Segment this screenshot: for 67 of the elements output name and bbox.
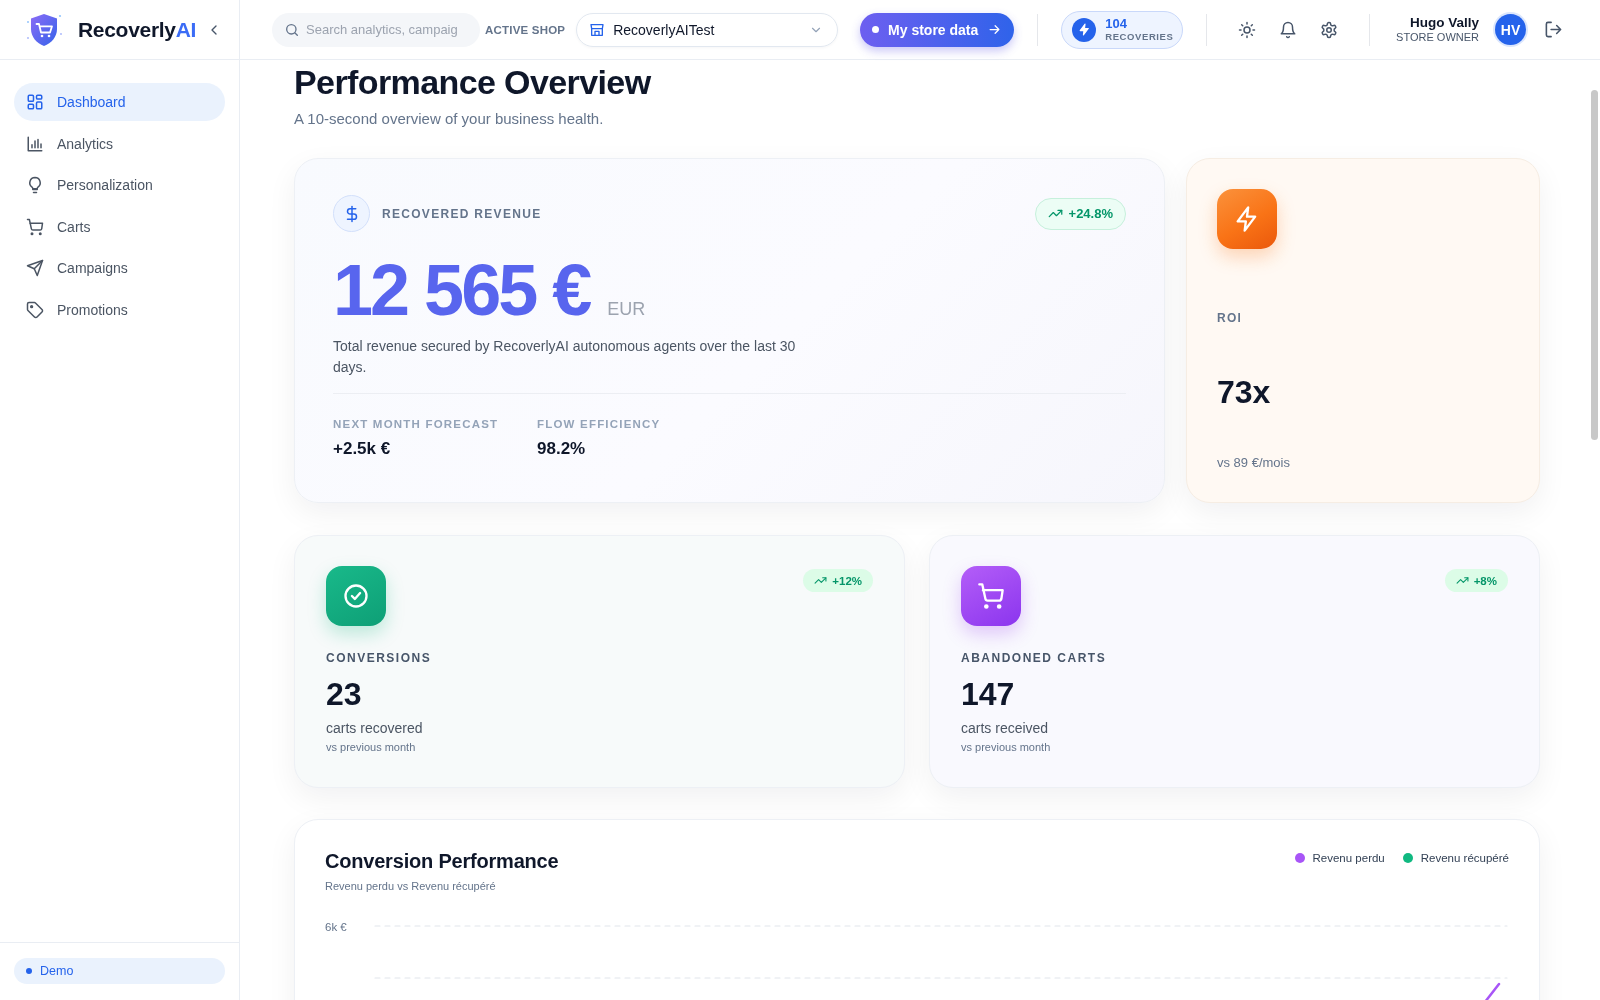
trend-up-icon bbox=[1455, 574, 1469, 587]
trend-up-icon bbox=[814, 574, 828, 587]
stat-label: FLOW EFFICIENCY bbox=[537, 418, 662, 430]
stat-value: +2.5k € bbox=[333, 439, 392, 459]
card-label: CONVERSIONS bbox=[326, 651, 433, 665]
metric-value: 23 bbox=[326, 675, 363, 713]
dot-icon bbox=[872, 26, 880, 33]
user-role: STORE OWNER bbox=[1396, 31, 1479, 45]
mode-label: Demo bbox=[40, 964, 74, 978]
nav-item[interactable]: Personalization bbox=[14, 166, 225, 205]
roi-value: 73x bbox=[1217, 373, 1272, 411]
nav-item[interactable]: Campaigns bbox=[14, 249, 225, 288]
logo-text: RecoverlyAI bbox=[78, 17, 197, 42]
page-subtitle: A 10-second overview of your business health. bbox=[294, 110, 604, 128]
metric-note: vs previous month bbox=[961, 741, 1052, 753]
search-icon bbox=[284, 21, 300, 38]
lightning-icon bbox=[1072, 17, 1097, 42]
chart-subtitle: Revenu perdu vs Revenu récupéré bbox=[325, 880, 497, 892]
nav-item[interactable]: Dashboard bbox=[14, 83, 225, 121]
scrollbar[interactable] bbox=[1590, 90, 1598, 440]
lightbulb-icon bbox=[26, 176, 44, 195]
card-description: Total revenue secured by RecoverlyAI autonomous agents over the last 30 days. bbox=[333, 337, 797, 377]
store-data-button[interactable]: My store data bbox=[860, 12, 1015, 47]
trend-value: +24.8% bbox=[1068, 206, 1113, 221]
user-avatar[interactable]: HV bbox=[1495, 14, 1526, 45]
logout-icon[interactable] bbox=[1544, 20, 1563, 39]
stat-value: 98.2% bbox=[537, 439, 587, 459]
recoveries-label: RECOVERIES bbox=[1105, 31, 1174, 42]
roi-note: vs 89 €/mois bbox=[1217, 455, 1291, 470]
lightning-icon bbox=[1217, 189, 1277, 249]
legend-label: Revenu perdu bbox=[1312, 852, 1385, 864]
dollar-icon bbox=[333, 195, 370, 232]
settings-icon[interactable] bbox=[1320, 20, 1339, 39]
bar-chart-icon bbox=[26, 134, 44, 153]
axis-label: 6k € bbox=[325, 920, 348, 934]
arrow-right-icon bbox=[987, 22, 1003, 37]
card-label: ROI bbox=[1217, 311, 1244, 325]
tag-icon bbox=[26, 300, 44, 319]
sun-icon[interactable] bbox=[1238, 20, 1257, 39]
search-field[interactable]: Search analytics, campaig bbox=[272, 12, 480, 47]
card-label: RECOVERED REVENUE bbox=[382, 206, 542, 221]
revenue-amount: 12 565 € bbox=[333, 250, 590, 330]
dot-icon bbox=[26, 968, 32, 974]
field-label: ACTIVE SHOP bbox=[485, 23, 566, 36]
cart-icon bbox=[26, 217, 44, 236]
trend-value: +8% bbox=[1473, 574, 1497, 587]
chart-title: Conversion Performance bbox=[325, 849, 559, 874]
page-title: Performance Overview bbox=[294, 62, 651, 102]
card-label: ABANDONED CARTS bbox=[961, 651, 1108, 665]
store-icon bbox=[589, 21, 606, 38]
recoveries-count: 104 bbox=[1105, 17, 1128, 31]
paper-plane-icon bbox=[26, 259, 44, 278]
currency-code: EUR bbox=[607, 299, 646, 320]
nav-item[interactable]: Carts bbox=[14, 207, 225, 246]
cart-icon bbox=[961, 566, 1021, 626]
user-name: Hugo Vally bbox=[1408, 14, 1479, 31]
bell-icon[interactable] bbox=[1279, 20, 1298, 39]
stat-label: NEXT MONTH FORECAST bbox=[333, 418, 500, 430]
metric-note: vs previous month bbox=[326, 741, 417, 753]
metric-value: 147 bbox=[961, 675, 1016, 713]
metric-caption: carts recovered bbox=[326, 720, 424, 736]
legend-label: Revenu récupéré bbox=[1420, 852, 1509, 864]
trend-value: +12% bbox=[832, 574, 862, 587]
nav-item[interactable]: Promotions bbox=[14, 290, 225, 329]
metric-caption: carts received bbox=[961, 720, 1050, 736]
grid-icon bbox=[26, 93, 44, 111]
nav-item[interactable]: Analytics bbox=[14, 124, 225, 163]
